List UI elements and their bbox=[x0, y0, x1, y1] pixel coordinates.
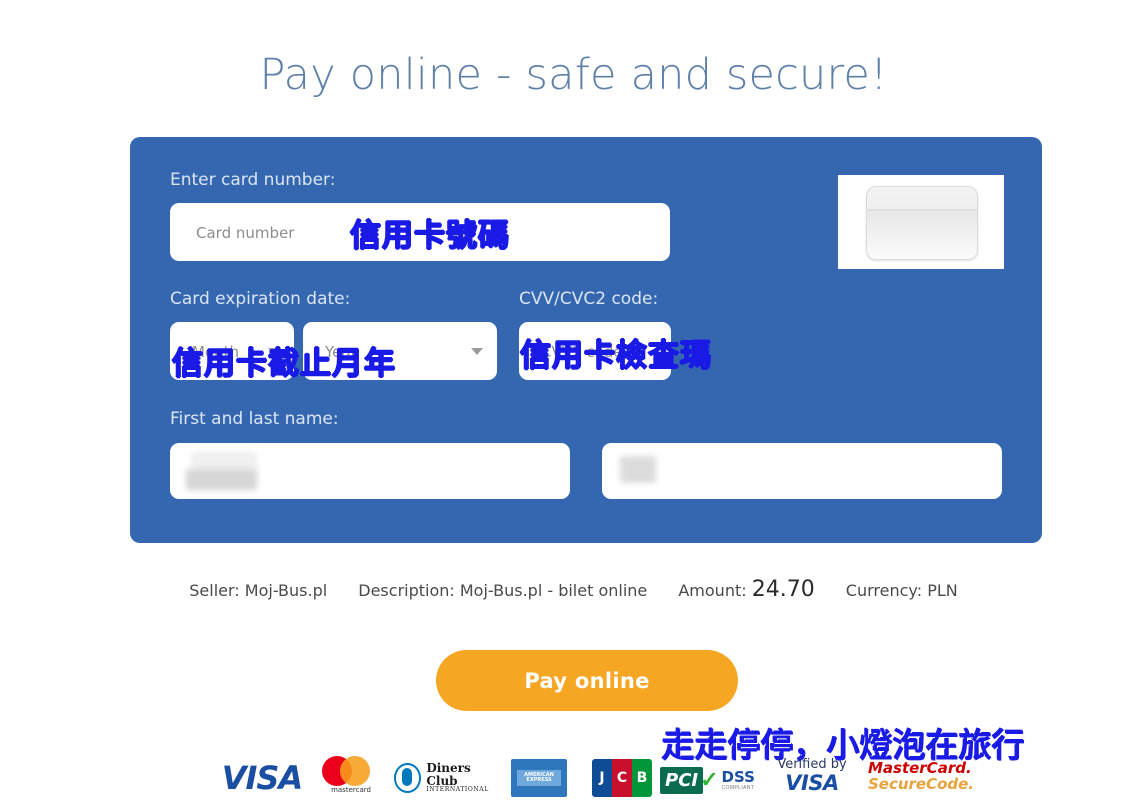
redacted-first-name bbox=[186, 469, 257, 490]
currency-value: PLN bbox=[927, 581, 958, 600]
currency-label: Currency: bbox=[845, 581, 923, 600]
payment-page: Pay online - safe and secure! Enter card… bbox=[0, 0, 1147, 804]
seller-group: Seller: Moj-Bus.pl bbox=[189, 581, 332, 600]
diners-club-logo: Diners Club INTERNATIONAL bbox=[394, 756, 498, 800]
cvv-annotation: 信用卡檢查瑪 bbox=[520, 338, 712, 374]
seller-label: Seller: bbox=[189, 581, 240, 600]
page-title: Pay online - safe and secure! bbox=[259, 50, 888, 100]
description-label: Description: bbox=[358, 581, 455, 600]
accepted-payment-logos: VISA mastercard Diners Club INTERNATIONA… bbox=[0, 752, 1147, 804]
cvv-label: CVV/CVC2 code: bbox=[519, 289, 659, 309]
pci-dss-logo: PCI ✓ DSS COMPLIANT bbox=[660, 758, 755, 802]
verified-by-visa-logo: Verified by VISA bbox=[777, 757, 847, 795]
description-group: Description: Moj-Bus.pl - bilet online bbox=[358, 581, 652, 600]
card-number-annotation: 信用卡號碼 bbox=[350, 218, 510, 254]
card-expiration-annotation: 信用卡截止月年 bbox=[172, 346, 396, 382]
card-number-label: Enter card number: bbox=[170, 170, 336, 190]
mastercard-securecode-logo: MasterCard. SecureCode. bbox=[867, 758, 975, 793]
american-express-logo: AMERICAN EXPRESS bbox=[511, 756, 567, 800]
visa-logo: VISA bbox=[221, 759, 303, 797]
amount-value: 24.70 bbox=[751, 577, 815, 602]
card-expiration-label: Card expiration date: bbox=[170, 289, 351, 309]
mastercard-logo: mastercard bbox=[320, 754, 382, 798]
currency-group: Currency: PLN bbox=[846, 581, 958, 600]
pay-online-button[interactable]: Pay online bbox=[436, 650, 738, 711]
credit-card-icon bbox=[838, 175, 1004, 269]
redacted-last-name bbox=[620, 456, 656, 483]
name-label: First and last name: bbox=[170, 409, 339, 429]
seller-value: Moj-Bus.pl bbox=[244, 581, 328, 600]
order-summary: Seller: Moj-Bus.pl Description: Moj-Bus.… bbox=[0, 577, 1147, 602]
jcb-logo: JCB bbox=[592, 756, 652, 800]
check-icon: ✓ bbox=[700, 767, 719, 792]
card-number-placeholder: Card number bbox=[196, 224, 295, 242]
amount-label: Amount: bbox=[678, 581, 747, 600]
chevron-down-icon bbox=[471, 348, 483, 355]
description-value: Moj-Bus.pl - bilet online bbox=[459, 581, 648, 600]
amount-group: Amount: 24.70 bbox=[678, 577, 819, 602]
diners-circle-icon bbox=[394, 763, 422, 793]
last-name-input[interactable] bbox=[602, 443, 1002, 499]
